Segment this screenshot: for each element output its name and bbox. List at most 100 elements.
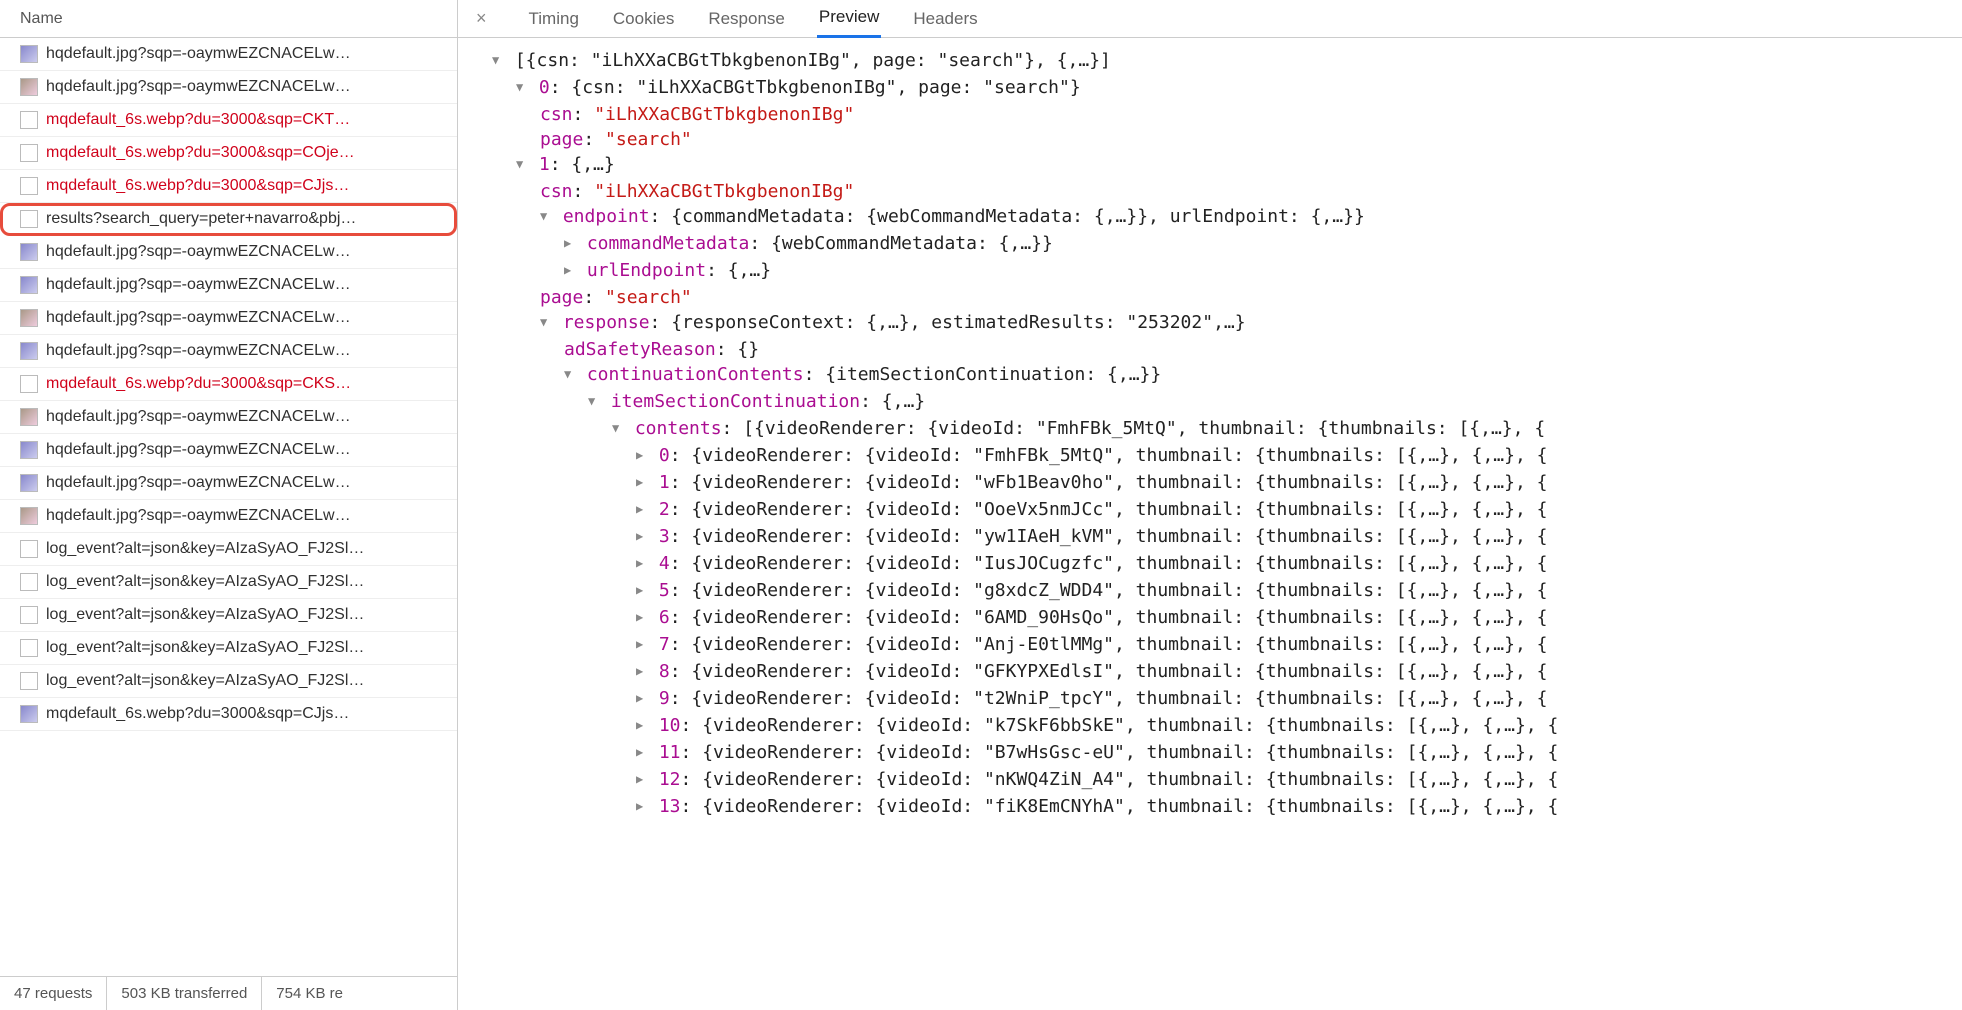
file-icon	[20, 309, 38, 327]
file-icon	[20, 78, 38, 96]
tab-preview[interactable]: Preview	[817, 0, 881, 38]
request-row[interactable]: hqdefault.jpg?sqp=-oaymwEZCNACELw…	[0, 302, 457, 335]
footer-requests: 47 requests	[0, 977, 107, 1010]
tree-line[interactable]: commandMetadata: {webCommandMetadata: {,…	[466, 231, 1954, 258]
tree-line[interactable]: 1: {videoRenderer: {videoId: "wFb1Beav0h…	[466, 470, 1954, 497]
tree-line[interactable]: 10: {videoRenderer: {videoId: "k7SkF6bbS…	[466, 713, 1954, 740]
request-label: mqdefault_6s.webp?du=3000&sqp=CKT…	[46, 111, 350, 129]
tree-line[interactable]: csn: "iLhXXaCBGtTbkgbenonIBg"	[466, 179, 1954, 204]
tree-line[interactable]: 5: {videoRenderer: {videoId: "g8xdcZ_WDD…	[466, 578, 1954, 605]
request-row[interactable]: hqdefault.jpg?sqp=-oaymwEZCNACELw…	[0, 269, 457, 302]
request-row[interactable]: log_event?alt=json&key=AIzaSyAO_FJ2Sl…	[0, 665, 457, 698]
request-label: hqdefault.jpg?sqp=-oaymwEZCNACELw…	[46, 342, 351, 360]
tree-line[interactable]: adSafetyReason: {}	[466, 337, 1954, 362]
tree-line[interactable]: 9: {videoRenderer: {videoId: "t2WniP_tpc…	[466, 686, 1954, 713]
tree-line[interactable]: endpoint: {commandMetadata: {webCommandM…	[466, 204, 1954, 231]
sidebar-header[interactable]: Name	[0, 0, 457, 38]
tree-line[interactable]: csn: "iLhXXaCBGtTbkgbenonIBg"	[466, 102, 1954, 127]
tab-headers[interactable]: Headers	[911, 1, 979, 37]
file-icon	[20, 540, 38, 558]
file-icon	[20, 45, 38, 63]
main-panel: × Timing Cookies Response Preview Headers [{…	[458, 0, 1962, 1010]
request-label: log_event?alt=json&key=AIzaSyAO_FJ2Sl…	[46, 573, 364, 591]
footer-transferred: 503 KB transferred	[107, 977, 262, 1010]
file-icon	[20, 507, 38, 525]
request-row[interactable]: mqdefault_6s.webp?du=3000&sqp=CJjs…	[0, 170, 457, 203]
request-label: mqdefault_6s.webp?du=3000&sqp=COje…	[46, 144, 355, 162]
file-icon	[20, 210, 38, 228]
footer-resources: 754 KB re	[262, 977, 357, 1010]
tree-line[interactable]: 11: {videoRenderer: {videoId: "B7wHsGsc-…	[466, 740, 1954, 767]
file-icon	[20, 375, 38, 393]
request-row[interactable]: results?search_query=peter+navarro&pbj…	[0, 203, 457, 236]
request-row[interactable]: hqdefault.jpg?sqp=-oaymwEZCNACELw…	[0, 38, 457, 71]
request-label: log_event?alt=json&key=AIzaSyAO_FJ2Sl…	[46, 639, 364, 657]
file-icon	[20, 111, 38, 129]
tree-line[interactable]: page: "search"	[466, 285, 1954, 310]
request-row[interactable]: log_event?alt=json&key=AIzaSyAO_FJ2Sl…	[0, 599, 457, 632]
file-icon	[20, 672, 38, 690]
file-icon	[20, 243, 38, 261]
request-row[interactable]: hqdefault.jpg?sqp=-oaymwEZCNACELw…	[0, 401, 457, 434]
file-icon	[20, 408, 38, 426]
tree-line[interactable]: 4: {videoRenderer: {videoId: "IusJOCugzf…	[466, 551, 1954, 578]
request-row[interactable]: mqdefault_6s.webp?du=3000&sqp=CKT…	[0, 104, 457, 137]
tree-line[interactable]: 0: {csn: "iLhXXaCBGtTbkgbenonIBg", page:…	[466, 75, 1954, 102]
request-label: log_event?alt=json&key=AIzaSyAO_FJ2Sl…	[46, 606, 364, 624]
tree-line[interactable]: [{csn: "iLhXXaCBGtTbkgbenonIBg", page: "…	[466, 48, 1954, 75]
file-icon	[20, 441, 38, 459]
request-row[interactable]: mqdefault_6s.webp?du=3000&sqp=COje…	[0, 137, 457, 170]
request-list: hqdefault.jpg?sqp=-oaymwEZCNACELw…hqdefa…	[0, 38, 457, 976]
request-row[interactable]: log_event?alt=json&key=AIzaSyAO_FJ2Sl…	[0, 533, 457, 566]
tree-line[interactable]: page: "search"	[466, 127, 1954, 152]
tree-line[interactable]: 3: {videoRenderer: {videoId: "yw1IAeH_kV…	[466, 524, 1954, 551]
tab-timing[interactable]: Timing	[527, 1, 581, 37]
request-label: log_event?alt=json&key=AIzaSyAO_FJ2Sl…	[46, 672, 364, 690]
request-row[interactable]: log_event?alt=json&key=AIzaSyAO_FJ2Sl…	[0, 566, 457, 599]
tree-line[interactable]: itemSectionContinuation: {,…}	[466, 389, 1954, 416]
request-label: results?search_query=peter+navarro&pbj…	[46, 210, 356, 228]
request-label: hqdefault.jpg?sqp=-oaymwEZCNACELw…	[46, 45, 351, 63]
preview-area[interactable]: [{csn: "iLhXXaCBGtTbkgbenonIBg", page: "…	[458, 38, 1962, 1010]
request-label: hqdefault.jpg?sqp=-oaymwEZCNACELw…	[46, 78, 351, 96]
request-row[interactable]: log_event?alt=json&key=AIzaSyAO_FJ2Sl…	[0, 632, 457, 665]
tree-line[interactable]: continuationContents: {itemSectionContin…	[466, 362, 1954, 389]
request-row[interactable]: mqdefault_6s.webp?du=3000&sqp=CKS…	[0, 368, 457, 401]
request-row[interactable]: hqdefault.jpg?sqp=-oaymwEZCNACELw…	[0, 236, 457, 269]
file-icon	[20, 705, 38, 723]
tree-line[interactable]: 8: {videoRenderer: {videoId: "GFKYPXEdls…	[466, 659, 1954, 686]
close-icon[interactable]: ×	[476, 8, 487, 29]
tree-line[interactable]: response: {responseContext: {,…}, estima…	[466, 310, 1954, 337]
tree-line[interactable]: 7: {videoRenderer: {videoId: "Anj-E0tlMM…	[466, 632, 1954, 659]
request-label: log_event?alt=json&key=AIzaSyAO_FJ2Sl…	[46, 540, 364, 558]
tree-line[interactable]: 12: {videoRenderer: {videoId: "nKWQ4ZiN_…	[466, 767, 1954, 794]
request-row[interactable]: hqdefault.jpg?sqp=-oaymwEZCNACELw…	[0, 71, 457, 104]
file-icon	[20, 177, 38, 195]
file-icon	[20, 606, 38, 624]
sidebar-footer: 47 requests 503 KB transferred 754 KB re	[0, 976, 457, 1010]
file-icon	[20, 474, 38, 492]
file-icon	[20, 573, 38, 591]
tab-cookies[interactable]: Cookies	[611, 1, 676, 37]
request-row[interactable]: hqdefault.jpg?sqp=-oaymwEZCNACELw…	[0, 500, 457, 533]
tree-line[interactable]: 1: {,…}	[466, 152, 1954, 179]
request-row[interactable]: hqdefault.jpg?sqp=-oaymwEZCNACELw…	[0, 434, 457, 467]
tree-line[interactable]: contents: [{videoRenderer: {videoId: "Fm…	[466, 416, 1954, 443]
request-row[interactable]: hqdefault.jpg?sqp=-oaymwEZCNACELw…	[0, 335, 457, 368]
tree-line[interactable]: 2: {videoRenderer: {videoId: "OoeVx5nmJC…	[466, 497, 1954, 524]
request-label: hqdefault.jpg?sqp=-oaymwEZCNACELw…	[46, 441, 351, 459]
request-label: hqdefault.jpg?sqp=-oaymwEZCNACELw…	[46, 243, 351, 261]
file-icon	[20, 639, 38, 657]
request-row[interactable]: hqdefault.jpg?sqp=-oaymwEZCNACELw…	[0, 467, 457, 500]
request-row[interactable]: mqdefault_6s.webp?du=3000&sqp=CJjs…	[0, 698, 457, 731]
network-sidebar: Name hqdefault.jpg?sqp=-oaymwEZCNACELw…h…	[0, 0, 458, 1010]
tree-line[interactable]: urlEndpoint: {,…}	[466, 258, 1954, 285]
tree-line[interactable]: 13: {videoRenderer: {videoId: "fiK8EmCNY…	[466, 794, 1954, 821]
request-label: hqdefault.jpg?sqp=-oaymwEZCNACELw…	[46, 474, 351, 492]
tree-line[interactable]: 0: {videoRenderer: {videoId: "FmhFBk_5Mt…	[466, 443, 1954, 470]
tab-response[interactable]: Response	[706, 1, 787, 37]
request-label: mqdefault_6s.webp?du=3000&sqp=CJjs…	[46, 705, 349, 723]
request-label: hqdefault.jpg?sqp=-oaymwEZCNACELw…	[46, 507, 351, 525]
tree-line[interactable]: 6: {videoRenderer: {videoId: "6AMD_90HsQ…	[466, 605, 1954, 632]
file-icon	[20, 342, 38, 360]
